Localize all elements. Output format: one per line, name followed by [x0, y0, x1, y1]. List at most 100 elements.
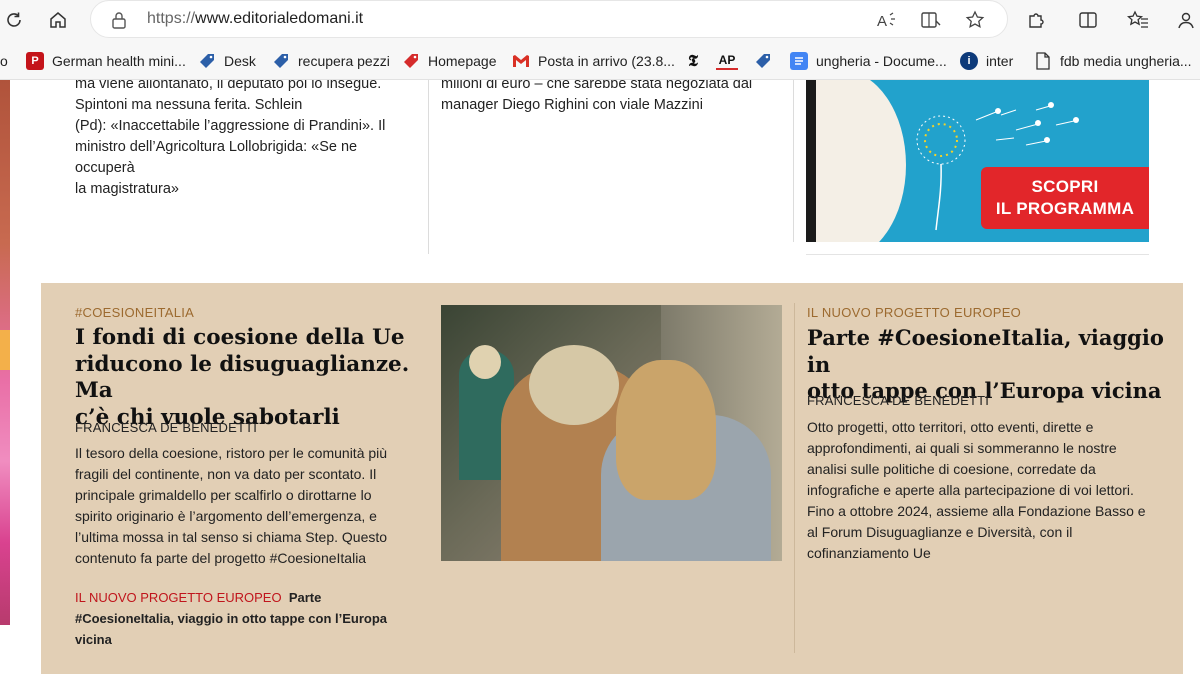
favorite-label: Desk [224, 53, 256, 69]
favorite-label: German health mini... [52, 53, 186, 69]
snippet-line: Spintoni ma nessuna ferita. Schlein [75, 97, 303, 113]
home-icon[interactable] [44, 6, 72, 34]
snippet-line: manager Diego Righini con viale Mazzini [441, 97, 703, 113]
article-kicker[interactable]: IL NUOVO PROGETTO EUROPEO [807, 305, 1021, 320]
article-snippet[interactable]: milioni di euro – che sarebbe stata nego… [441, 80, 786, 116]
summary-line: analisi sulle politiche di coesione, cor… [807, 461, 1096, 477]
ap-icon: AP [716, 52, 738, 70]
ad-cta-line: SCOPRI [1031, 177, 1099, 196]
summary-line: l’ultima mossa in tal senso si chiama St… [75, 529, 388, 545]
article-author[interactable]: FRANCESCA DE BENEDETTI [75, 420, 257, 435]
favorite-label: fdb media ungheria... [1060, 53, 1192, 69]
summary-line: approfondimenti, ai quali si sommeranno … [807, 440, 1117, 456]
url-host: www.editorialedomani.it [195, 10, 364, 27]
favorite-item[interactable]: o [0, 50, 8, 72]
ad-illustration [806, 80, 906, 242]
refresh-icon[interactable] [0, 6, 28, 34]
ad-cta-button[interactable]: SCOPRI IL PROGRAMMA [981, 167, 1149, 229]
side-banner-image [0, 80, 10, 625]
summary-line: principale grimaldello per scalfirlo o d… [75, 487, 372, 503]
tag-icon [402, 52, 420, 70]
tag-icon [754, 52, 772, 70]
favorite-item[interactable]: Desk [198, 50, 256, 72]
photo-figure [469, 345, 501, 379]
tag-icon [198, 52, 216, 70]
article-photo[interactable] [441, 305, 782, 561]
headline-line: Parte #CoesioneItalia, viaggio in [807, 325, 1164, 377]
p-logo-icon: P [26, 52, 44, 70]
headline-line: I fondi di coesione della Ue [75, 325, 405, 350]
tag-icon [272, 52, 290, 70]
browser-toolbar: https://www.editorialedomani.it A [0, 0, 1200, 40]
svg-text:A: A [877, 13, 887, 29]
summary-line: Il tesoro della coesione, ristoro per le… [75, 445, 388, 461]
snippet-line: ma viene allontanato, il deputato poi lo… [75, 80, 382, 92]
snippet-line: milioni di euro – che sarebbe stata nego… [441, 80, 753, 92]
article-kicker[interactable]: #COESIONEITALIA [75, 305, 194, 320]
read-aloud-icon[interactable]: A [875, 8, 899, 32]
favorite-item[interactable]: fdb media ungheria... [1034, 50, 1192, 72]
url-text[interactable]: https://www.editorialedomani.it [147, 10, 363, 28]
immersive-reader-icon[interactable] [919, 8, 943, 32]
split-screen-icon[interactable] [1074, 6, 1102, 34]
ad-cta-line: IL PROGRAMMA [995, 199, 1135, 218]
gmail-icon [512, 52, 530, 70]
column-divider [793, 80, 794, 242]
snippet-line: la magistratura» [75, 181, 179, 197]
summary-line: Fino a ottobre 2024, assieme alla Fondaz… [807, 503, 1146, 519]
related-title-line: vicina [75, 632, 112, 647]
favorite-item[interactable]: AP [716, 50, 746, 72]
favorites-bar: o P German health mini... Desk recupera p… [0, 40, 1200, 80]
photo-figure [616, 360, 716, 500]
related-kicker: IL NUOVO PROGETTO EUROPEO [75, 590, 282, 605]
article-summary: Il tesoro della coesione, ristoro per le… [75, 443, 430, 569]
favorite-label: recupera pezzi [298, 53, 390, 69]
favorite-item[interactable]: Homepage [402, 50, 497, 72]
docs-icon [790, 52, 808, 70]
ad-divider [806, 254, 1149, 255]
article-snippet[interactable]: ma viene allontanato, il deputato poi lo… [75, 80, 420, 200]
snippet-line: (Pd): «Inaccettabile l’aggressione di Pr… [75, 118, 386, 134]
headline-line: riducono le disuguaglianze. Ma [75, 351, 410, 404]
summary-line: Otto progetti, otto territori, otto even… [807, 419, 1094, 435]
column-divider [428, 80, 429, 254]
page-icon [1034, 52, 1052, 70]
favorite-item[interactable] [754, 50, 780, 72]
page-content: ma viene allontanato, il deputato poi lo… [0, 80, 1200, 674]
favorite-item[interactable]: i inter [960, 50, 1013, 72]
nyt-icon: 𝕿 [688, 51, 698, 70]
summary-line: cofinanziamento Ue [807, 545, 931, 561]
extensions-icon[interactable] [1022, 6, 1050, 34]
favorite-label: inter [986, 53, 1014, 69]
address-bar[interactable]: https://www.editorialedomani.it A [90, 0, 1008, 38]
summary-line: fragili del continente, non va dato per … [75, 466, 377, 482]
ad-banner[interactable]: SCOPRI IL PROGRAMMA [806, 80, 1149, 242]
favorite-label: o [0, 53, 8, 69]
favorite-label: Posta in arrivo (23.8... [538, 53, 675, 69]
favorite-item[interactable]: ungheria - Docume... [790, 50, 947, 72]
favorite-label: Homepage [428, 53, 497, 69]
photo-figure [529, 345, 619, 425]
url-scheme: https:// [147, 10, 196, 27]
related-title-line: #CoesioneItalia, viaggio in otto tappe c… [75, 611, 388, 626]
summary-line: contenuto fa parte del progetto #Coesion… [75, 550, 367, 566]
favorite-label: ungheria - Docume... [816, 53, 947, 69]
summary-line: infografiche e aperte alla partecipazion… [807, 482, 1134, 498]
article-headline[interactable]: I fondi di coesione della Ue riducono le… [75, 325, 435, 431]
favorite-star-icon[interactable] [963, 8, 987, 32]
inter-icon: i [960, 52, 978, 70]
favorite-item[interactable]: 𝕿 [684, 50, 710, 72]
article-summary: Otto progetti, otto territori, otto even… [807, 417, 1157, 564]
related-article-link[interactable]: IL NUOVO PROGETTO EUROPEO Parte #Coesion… [75, 587, 415, 650]
favorite-item[interactable]: P German health mini... [26, 50, 186, 72]
favorite-item[interactable]: Posta in arrivo (23.8... [512, 50, 675, 72]
column-divider [794, 303, 795, 653]
favorites-icon[interactable] [1124, 6, 1152, 34]
lock-icon[interactable] [107, 8, 131, 32]
summary-line: spirito originario è l’argomento dell’em… [75, 508, 377, 524]
favorite-item[interactable]: recupera pezzi [272, 50, 390, 72]
profile-icon[interactable] [1172, 6, 1200, 34]
article-author[interactable]: FRANCESCA DE BENEDETTI [807, 393, 989, 408]
summary-line: al Forum Disuguaglianze e Diversità, con… [807, 524, 1073, 540]
related-title-line: Parte [288, 590, 322, 605]
